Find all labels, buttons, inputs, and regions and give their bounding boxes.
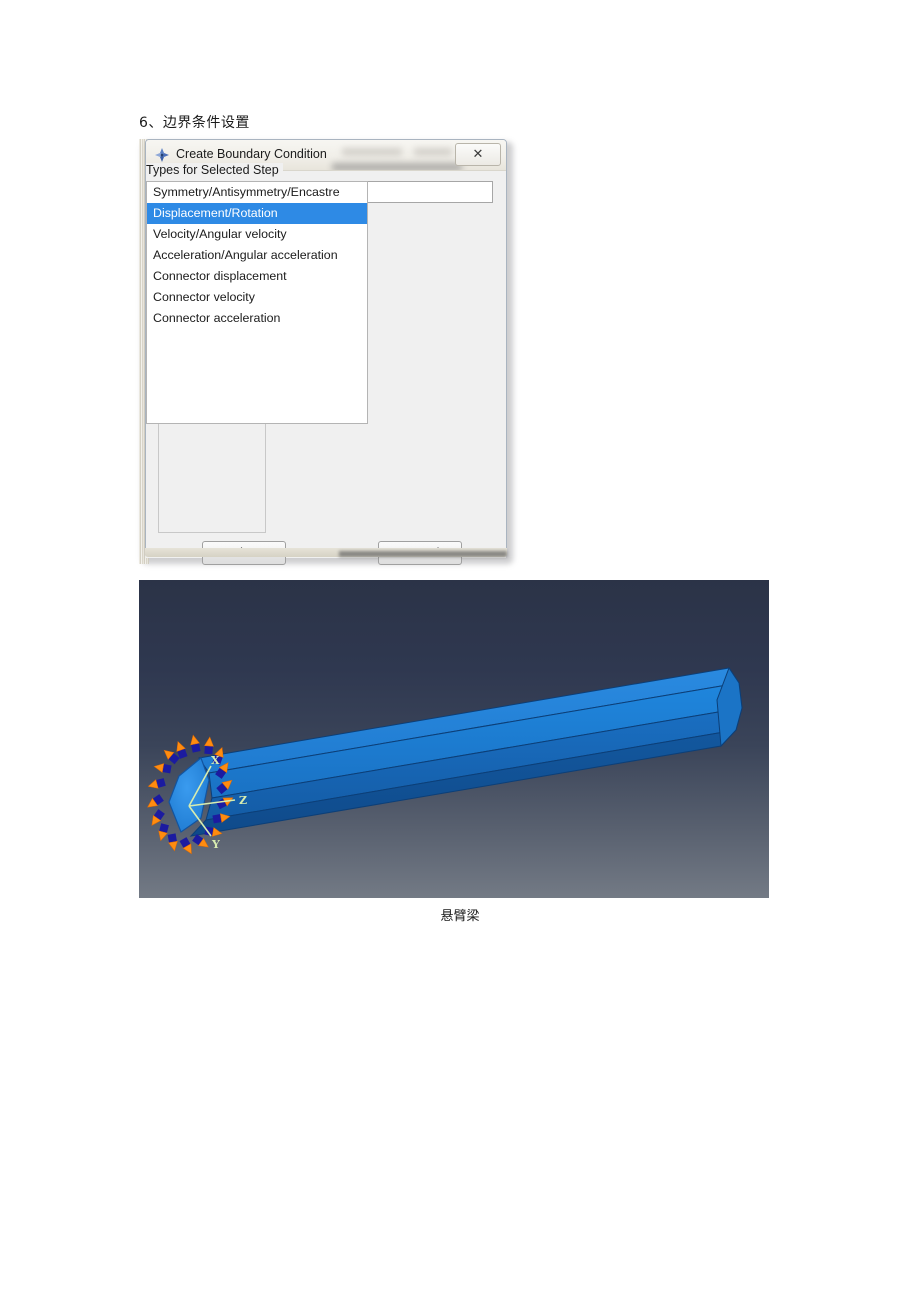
beam-solid <box>189 666 743 837</box>
list-item[interactable]: Acceleration/Angular acceleration <box>147 245 367 266</box>
beam-end-face <box>168 756 210 833</box>
list-item[interactable]: Connector acceleration <box>147 308 367 329</box>
types-listbox[interactable]: Symmetry/Antisymmetry/Encastre Displacem… <box>146 181 368 424</box>
dialog-title: Create Boundary Condition <box>176 147 327 161</box>
blurred-background-artifact-3 <box>332 163 462 170</box>
types-legend: Types for Selected Step <box>146 163 283 177</box>
figure-caption: 悬臂梁 <box>440 909 480 924</box>
list-item[interactable]: Connector velocity <box>147 287 367 308</box>
list-item[interactable]: Connector displacement <box>147 266 367 287</box>
close-icon[interactable]: ✕ <box>455 143 501 166</box>
dialog-body: Name: BC-1 Step: Initial Procedure: Cate… <box>146 163 506 565</box>
axis-label-x: X <box>211 754 220 767</box>
dialog-frame: Create Boundary Condition ✕ Name: BC-1 S… <box>145 139 507 565</box>
types-group: Types for Selected Step Symmetry/Antisym… <box>146 163 368 433</box>
beam-3d-render: X Y Z <box>147 666 743 855</box>
dialog-bottom-shadow <box>339 551 507 557</box>
diamond-compass-icon <box>155 148 169 162</box>
list-item[interactable]: Velocity/Angular velocity <box>147 224 367 245</box>
list-item[interactable]: Symmetry/Antisymmetry/Encastre <box>147 182 367 203</box>
list-item[interactable]: Displacement/Rotation <box>147 203 367 224</box>
model-viewport: X Y Z <box>139 580 769 898</box>
section-heading: 6、边界条件设置 <box>139 115 250 131</box>
axis-label-z: Z <box>239 794 247 807</box>
blurred-background-artifact-1 <box>342 148 402 156</box>
blurred-background-artifact-2 <box>414 148 452 156</box>
axis-label-y: Y <box>211 838 220 851</box>
create-boundary-condition-dialog: Create Boundary Condition ✕ Name: BC-1 S… <box>139 139 513 565</box>
